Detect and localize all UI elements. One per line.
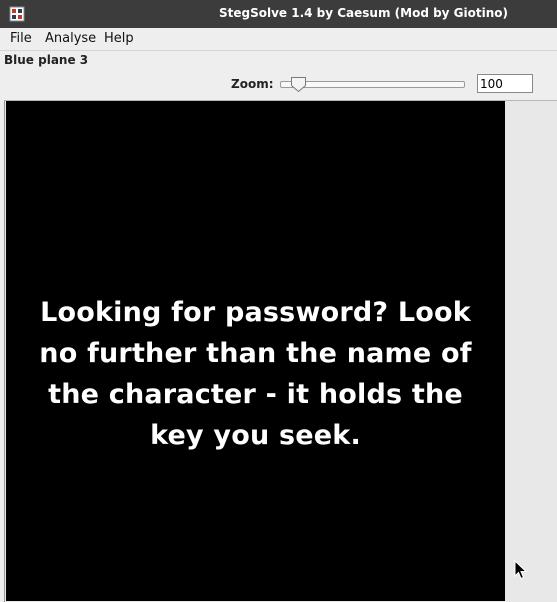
hidden-message-text: Looking for password? Look no further th… [39,297,472,451]
menu-file[interactable]: File [10,31,32,46]
menu-bar: File Analyse Help [0,28,557,51]
zoom-slider-thumb[interactable] [290,76,307,93]
mouse-cursor-icon [514,560,528,580]
menu-analyse[interactable]: Analyse [45,31,96,46]
zoom-slider-track[interactable] [280,81,465,88]
window-title: StegSolve 1.4 by Caesum (Mod by Giotino) [218,6,509,20]
zoom-label: Zoom: [231,77,274,91]
plane-label: Blue plane 3 [4,53,89,67]
menu-help[interactable]: Help [104,31,134,46]
zoom-value-field[interactable] [477,74,533,93]
title-bar[interactable]: StegSolve 1.4 by Caesum (Mod by Giotino) [0,0,557,28]
